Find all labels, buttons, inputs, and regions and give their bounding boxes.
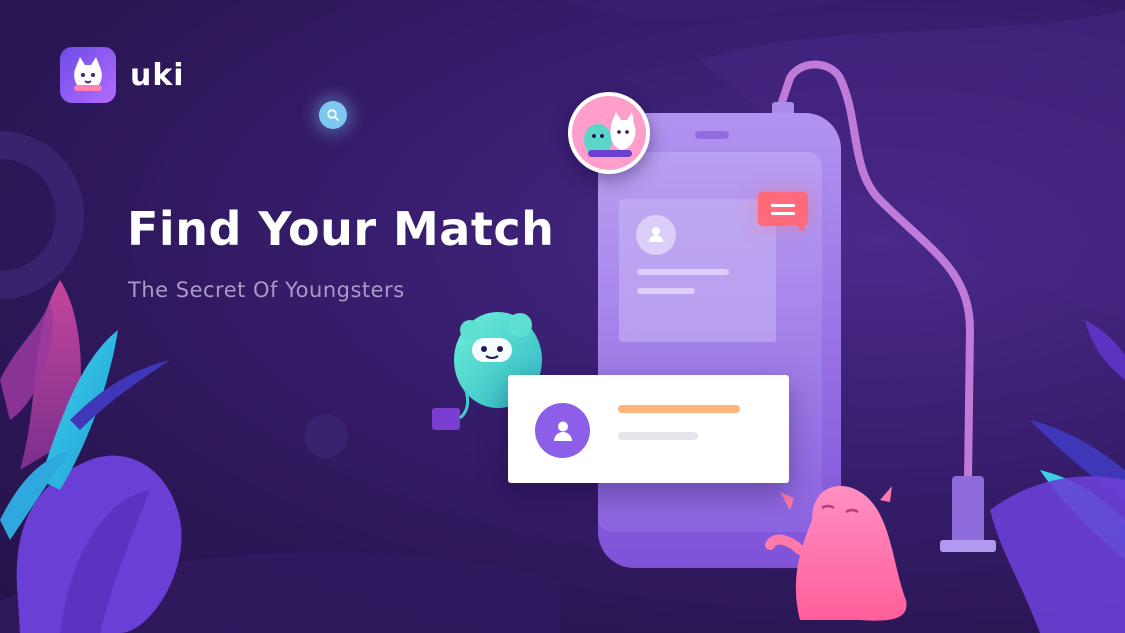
brand-name: uki [130,57,185,93]
hero-banner: uki Find Your Match The Secret Of Youngs… [0,0,1125,633]
profile-avatar[interactable] [568,92,650,174]
message-line [771,203,795,207]
cat-mascot-icon [60,47,116,103]
hero-title: Find Your Match [127,202,555,256]
search-icon[interactable] [319,101,347,129]
user-icon [535,403,590,458]
message-icon[interactable] [758,192,808,233]
match-detail-placeholder [618,432,698,440]
match-name-placeholder [618,405,740,413]
hero-subtitle: The Secret Of Youngsters [128,278,405,302]
brand-logo[interactable]: uki [60,47,185,103]
match-card[interactable] [508,375,789,483]
message-line [771,211,795,215]
